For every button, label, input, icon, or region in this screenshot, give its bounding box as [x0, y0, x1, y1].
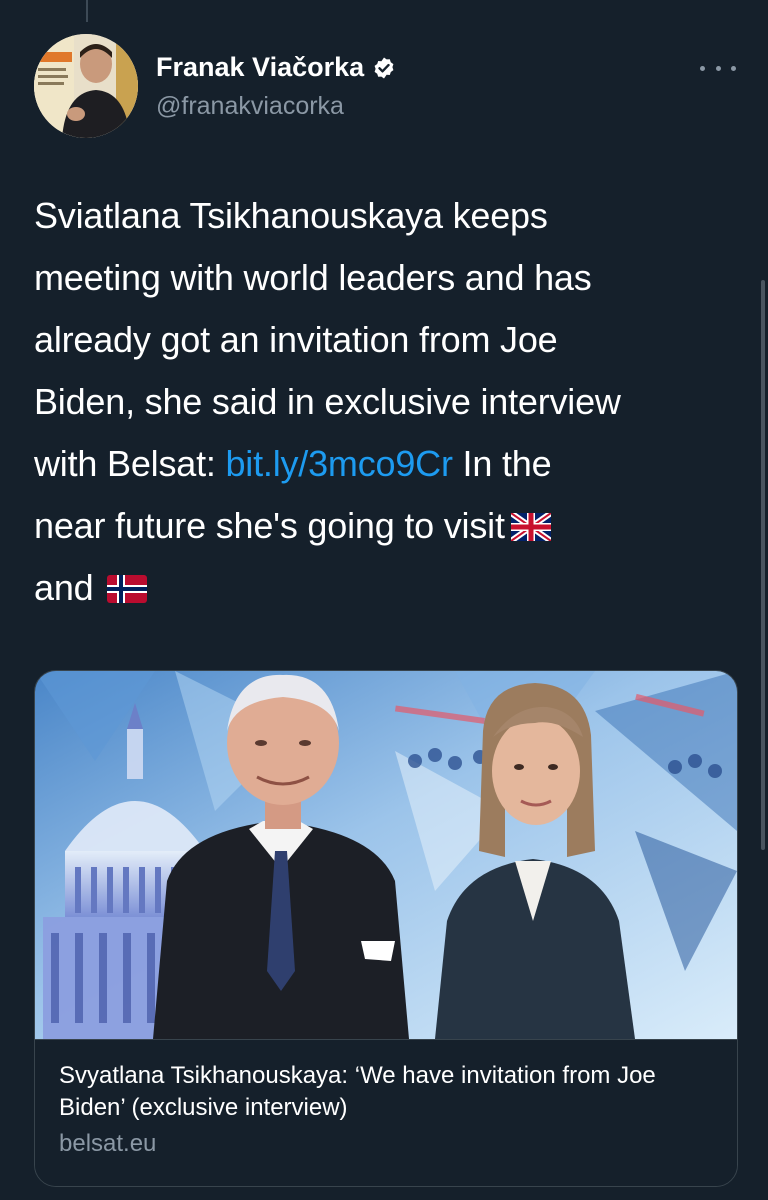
- tweet-line: Sviatlana Tsikhanouskaya keeps: [34, 195, 548, 236]
- norway-flag-icon: [107, 575, 148, 603]
- verified-badge-icon: [374, 57, 394, 78]
- tweet-line-text: with Belsat:: [34, 443, 226, 484]
- avatar[interactable]: [34, 34, 138, 138]
- tweet-line: Biden, she said in exclusive interview: [34, 381, 621, 422]
- display-name[interactable]: Franak Viačorka: [156, 52, 396, 83]
- tweet-line: already got an invitation from Joe: [34, 319, 558, 360]
- tweet-line-text: In the: [452, 443, 552, 484]
- user-handle[interactable]: @franakviacorka: [156, 92, 344, 121]
- card-title: Svyatlana Tsikhanouskaya: ‘We have invit…: [59, 1062, 656, 1121]
- tweet-line: meeting with world leaders and has: [34, 257, 592, 298]
- avatar-photo: [34, 34, 138, 138]
- card-meta: Svyatlana Tsikhanouskaya: ‘We have invit…: [35, 1039, 737, 1186]
- united-kingdom-flag-icon: [510, 513, 551, 541]
- tweet-line: with Belsat: bit.ly/3mco9Cr In the: [34, 433, 744, 495]
- thread-connector-line: [86, 0, 88, 22]
- card-image: [35, 671, 737, 1039]
- scrollbar[interactable]: [761, 280, 765, 850]
- tweet-line: near future she's going to visit: [34, 495, 744, 557]
- tweet-line-text: near future she's going to visit: [34, 505, 505, 546]
- tweet-link[interactable]: bit.ly/3mco9Cr: [225, 443, 452, 484]
- card-domain: belsat.eu: [59, 1130, 157, 1157]
- link-preview-card[interactable]: Svyatlana Tsikhanouskaya: ‘We have invit…: [34, 670, 738, 1187]
- more-dot-icon: [731, 65, 736, 71]
- more-options-button[interactable]: [700, 56, 736, 80]
- tweet-line-text: and: [34, 567, 94, 608]
- more-dot-icon: [700, 65, 705, 71]
- tweet-text: Sviatlana Tsikhanouskaya keeps meeting w…: [34, 185, 744, 619]
- tweet-line: and: [34, 557, 744, 619]
- display-name-text: Franak Viačorka: [156, 52, 365, 82]
- more-dot-icon: [715, 65, 721, 71]
